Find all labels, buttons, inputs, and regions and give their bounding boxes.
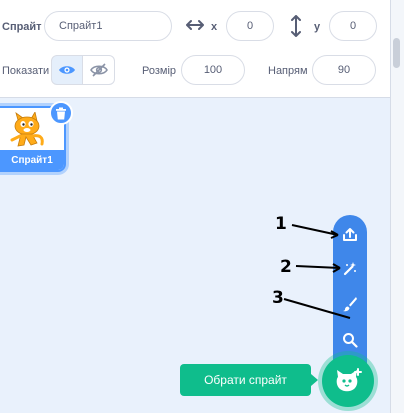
direction-input[interactable]: 90 [312,55,376,85]
y-input[interactable]: 0 [329,11,377,41]
sprite-name-label: Спрайт [2,21,42,33]
search-icon [343,333,358,348]
choose-sprite-button[interactable] [322,355,374,407]
vertical-arrows-icon [290,15,302,42]
sprite-info-panel: Спрайт Спрайт1 x 0 y 0 Показати Розмір 1… [0,0,390,98]
sprite-tile-label: Спрайт1 [0,150,64,170]
callout-number-2: 2 [280,257,292,277]
surprise-sprite-button[interactable] [337,256,363,282]
x-input[interactable]: 0 [226,11,274,41]
show-label: Показати [2,65,50,77]
y-label: y [314,21,321,33]
x-label: x [211,21,218,33]
show-sprite-toggle[interactable] [51,55,83,85]
sprite-name-input[interactable]: Спрайт1 [44,11,172,41]
cat-sprite-icon [10,112,44,147]
eye-icon [59,66,75,74]
size-input[interactable]: 100 [181,55,245,85]
size-label: Розмір [142,65,177,77]
surprise-icon [343,262,356,276]
upload-sprite-button[interactable] [337,221,363,247]
paint-icon [343,297,357,312]
horizontal-arrows-icon [186,18,204,37]
paint-sprite-button[interactable] [337,291,363,317]
cat-plus-icon [336,368,362,392]
choose-sprite-tooltip: Обрати спрайт [180,364,318,396]
trash-icon [56,107,66,119]
delete-sprite-button[interactable] [49,101,73,125]
direction-label: Напрям [268,65,308,77]
hide-sprite-toggle[interactable] [83,55,115,85]
scrollbar-thumb[interactable] [393,38,400,68]
callout-number-1: 1 [275,214,287,234]
callout-number-3: 3 [272,288,284,308]
upload-icon [343,228,357,241]
search-sprite-button[interactable] [337,327,363,353]
eye-slash-icon [89,63,108,77]
